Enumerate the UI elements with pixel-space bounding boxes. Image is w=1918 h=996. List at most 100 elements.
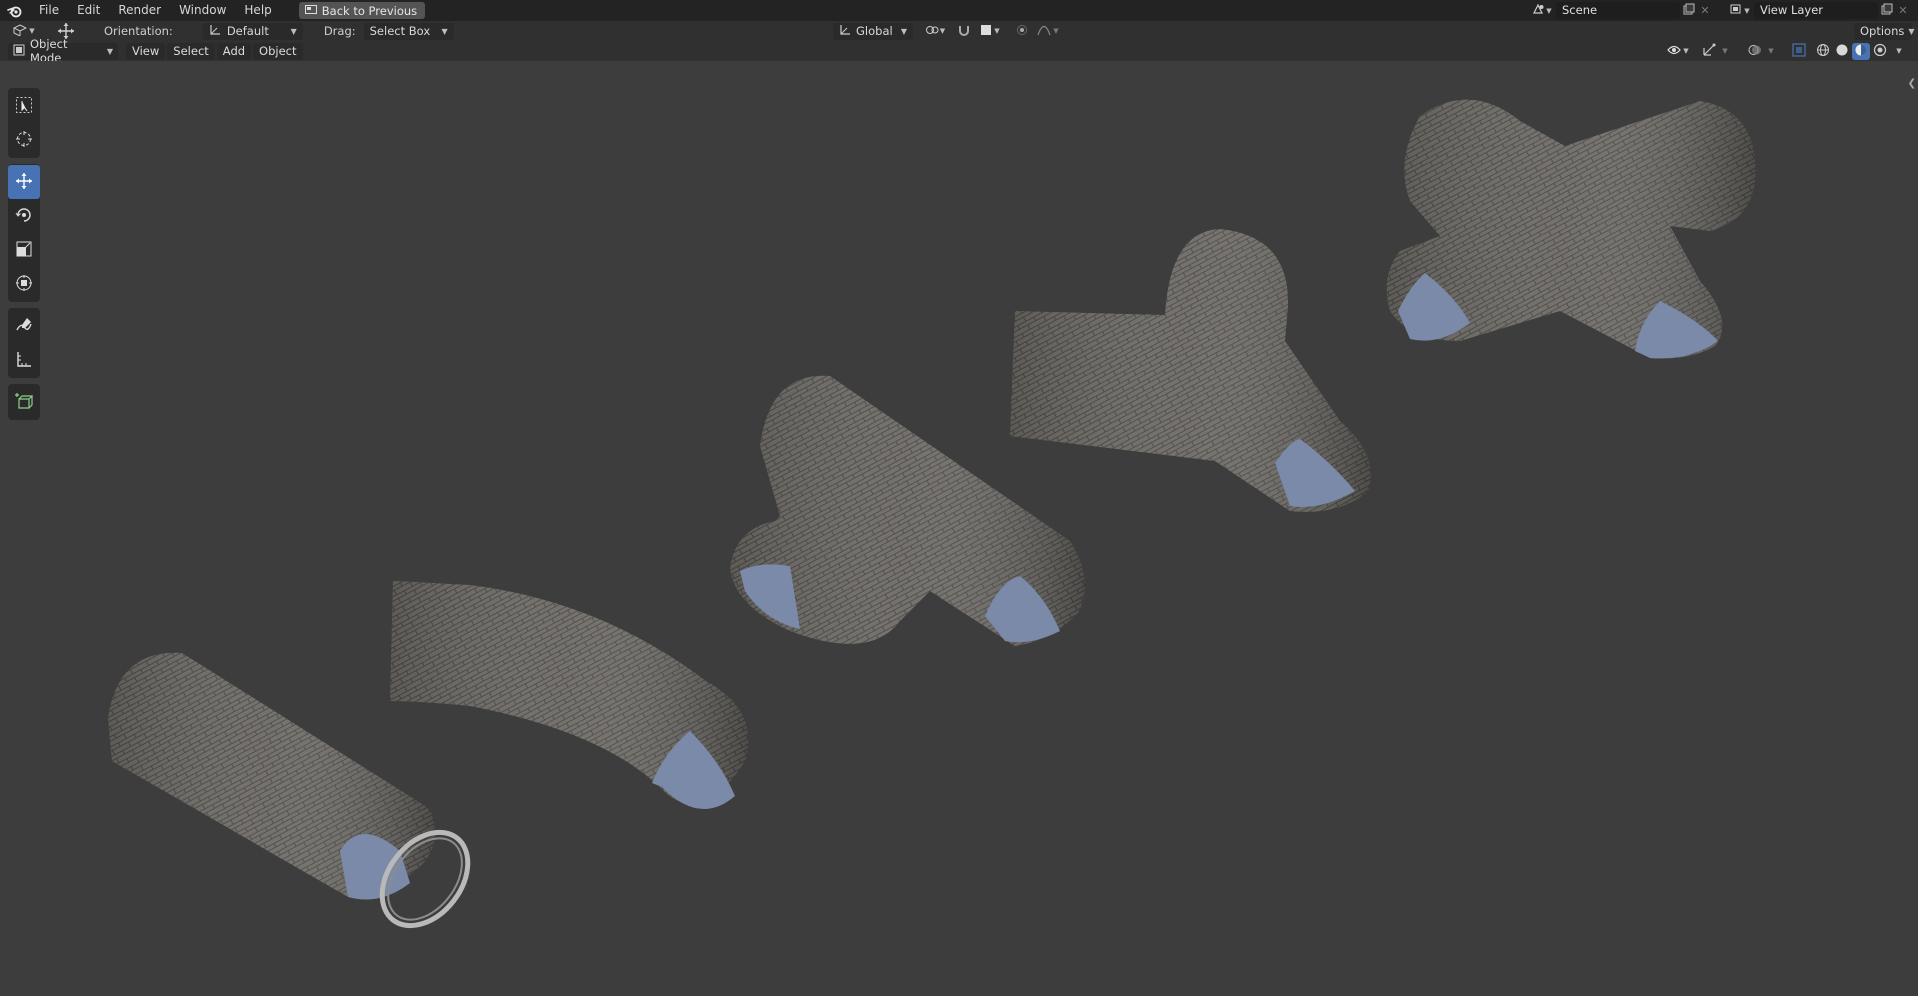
chevron-down-icon: ▼ [994,27,1000,35]
wireframe-sphere-icon [1816,43,1830,60]
add-cube-icon [15,392,34,413]
overlays-toggle-button[interactable] [1746,43,1764,60]
viewport-header: Object Mode ▼ View Select Add Object ▼ ▼… [0,37,1918,65]
menu-file[interactable]: File [30,0,68,21]
chevron-down-icon: ▼ [1722,47,1728,55]
select-box-tool[interactable] [8,89,40,123]
proportional-dot-icon [1016,24,1028,39]
transform-icon [15,274,33,295]
shading-wireframe-button[interactable] [1814,43,1832,60]
tool-group-transform [8,164,40,302]
proportional-falloff-dropdown[interactable]: ▼ [1034,23,1062,40]
options-dropdown[interactable]: Options ▼ [1854,22,1915,40]
shading-material-button[interactable] [1852,42,1870,60]
annotate-icon [15,316,33,337]
object-mode-icon [13,44,25,59]
scene-selector: ▼ Scene ✕ [1528,2,1712,19]
scene-name-field[interactable]: Scene [1556,2,1680,19]
drag-dropdown[interactable]: Select Box ▼ [363,22,454,40]
xray-icon [1792,42,1806,60]
gizmo-toggle-button[interactable] [1700,43,1718,60]
measure-icon [15,350,33,371]
overlays-icon [1748,43,1762,60]
blender-icon[interactable] [0,0,30,21]
transform-tool[interactable] [8,267,40,301]
scene-icon [1532,3,1545,18]
menu-window[interactable]: Window [170,0,235,21]
cursor-tool[interactable] [8,123,40,157]
header-menu-object[interactable]: Object [253,42,303,60]
select-box-icon [15,96,33,117]
scale-tool[interactable] [8,233,40,267]
orientation-dropdown[interactable]: Default ▼ [202,22,303,40]
delete-scene-button[interactable]: ✕ [1698,2,1712,19]
cursor-icon [15,130,33,151]
sidebar-toggle-icon[interactable]: ❮ [1908,78,1916,89]
shading-solid-button[interactable] [1833,43,1851,60]
snap-target-dropdown[interactable]: ▼ [975,23,1005,40]
3d-viewport[interactable]: ❮ [0,61,1918,996]
header-menu-select[interactable]: Select [167,42,215,60]
duplicate-icon [1881,3,1893,18]
tool-shelf [8,88,40,426]
view-layer-browse-button[interactable]: ▼ [1726,2,1754,19]
visibility-dropdown[interactable]: ▼ [1664,43,1692,60]
scene-browse-button[interactable]: ▼ [1528,2,1556,19]
drag-label: Drag: [323,24,356,38]
view-layer-selector: ▼ View Layer ✕ [1726,2,1910,19]
top-bar: File Edit Render Window Help Back to Pre… [0,0,1918,21]
cross-junction-tunnel-object[interactable] [1386,99,1756,359]
add-cube-tool[interactable] [8,385,40,419]
move-icon [15,172,33,193]
shading-dropdown[interactable]: ▼ [1893,43,1905,60]
global-axes-icon [839,24,851,39]
chevron-down-icon: ▼ [106,46,113,56]
pivot-point-button[interactable]: ▼ [920,23,950,40]
move-tool[interactable] [8,165,40,199]
chevron-down-icon: ▼ [939,27,946,35]
rotate-tool[interactable] [8,199,40,233]
gizmo-icon [1702,43,1716,60]
scale-icon [15,240,33,261]
y-junction-tunnel-object[interactable] [1010,229,1371,512]
view-layer-name-field[interactable]: View Layer [1754,2,1878,19]
chevron-down-icon: ▼ [1053,27,1059,35]
transform-orientation-dropdown[interactable]: Global ▼ [833,22,913,40]
gizmo-dropdown[interactable]: ▼ [1720,43,1730,60]
rotate-icon [15,206,33,227]
overlays-dropdown[interactable]: ▼ [1766,43,1776,60]
chevron-down-icon: ▼ [1908,26,1915,36]
orientation-icon [209,24,221,39]
header-menu-add[interactable]: Add [216,42,252,60]
chevron-down-icon: ▼ [441,26,448,36]
delete-view-layer-button[interactable]: ✕ [1896,2,1910,19]
render-layers-icon [1730,3,1743,18]
orientation-value: Default [226,24,269,38]
shading-rendered-button[interactable] [1871,43,1889,60]
measure-tool[interactable] [8,343,40,377]
chevron-down-icon: ▼ [1683,47,1689,55]
object-mode-dropdown[interactable]: Object Mode ▼ [8,37,118,65]
menu-render[interactable]: Render [109,0,170,21]
back-to-previous-label: Back to Previous [321,3,418,18]
rendered-sphere-icon [1873,43,1887,60]
header-menu-view[interactable]: View [126,42,166,60]
new-view-layer-button[interactable] [1878,2,1896,19]
close-icon: ✕ [1898,4,1908,17]
proportional-editing-button[interactable] [1014,23,1030,40]
menu-edit[interactable]: Edit [68,0,109,21]
chevron-down-icon: ▼ [1546,6,1552,15]
viewport-header-area: ▼ Orientation: Default ▼ Drag: Select Bo… [0,21,1918,65]
screen-icon [304,4,317,18]
chevron-down-icon: ▼ [900,26,907,36]
pivot-icon [925,24,939,39]
curved-tunnel-object[interactable] [390,581,749,810]
new-scene-button[interactable] [1680,2,1698,19]
xray-toggle-button[interactable] [1790,42,1808,60]
chevron-down-icon: ▼ [1768,47,1774,55]
menu-help[interactable]: Help [235,0,280,21]
snap-toggle-button[interactable] [956,23,972,40]
chevron-down-icon: ▼ [290,26,297,36]
annotate-tool[interactable] [8,309,40,343]
back-to-previous-button[interactable]: Back to Previous [298,2,426,19]
